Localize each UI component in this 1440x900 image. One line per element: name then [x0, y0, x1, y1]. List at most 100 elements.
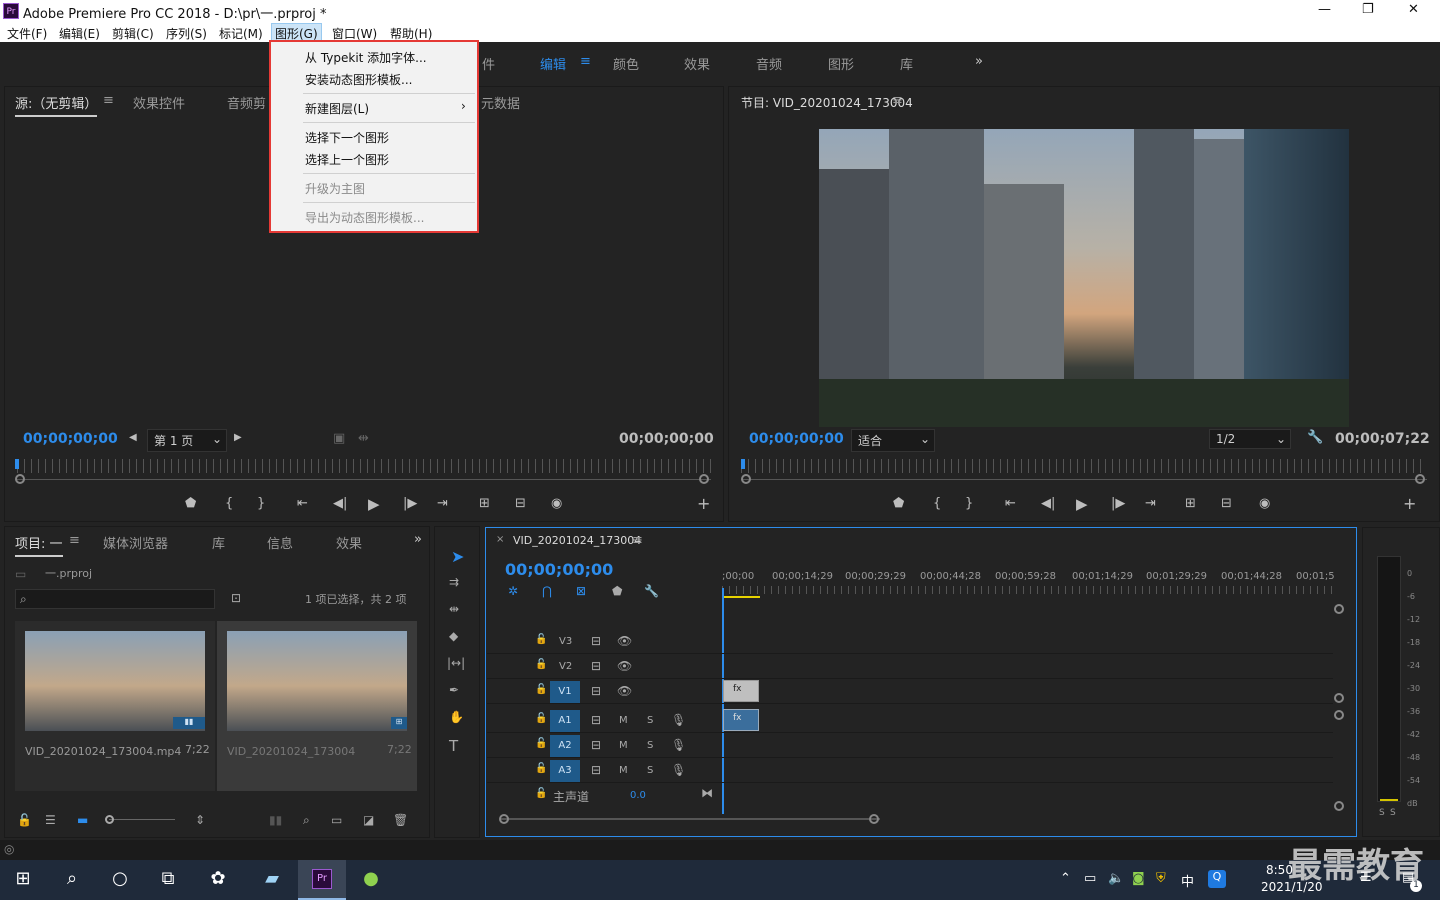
thumbnail-size-slider[interactable] [109, 819, 175, 820]
eye-icon[interactable]: 👁 [617, 684, 632, 698]
sync-lock-icon[interactable]: ⊟ [591, 684, 601, 698]
overwrite-icon[interactable]: ⊟ [515, 496, 526, 511]
app-icon[interactable]: ✿ [203, 868, 233, 889]
snap-icon[interactable]: ⋂ [542, 584, 552, 598]
tab-media-browser[interactable]: 媒体浏览器 [103, 533, 168, 552]
solo-right-button[interactable]: S [1390, 808, 1396, 818]
mark-in-icon[interactable]: { [225, 496, 233, 511]
program-playhead[interactable] [741, 459, 745, 469]
resolution-select[interactable]: 1/2 ⌄ [1209, 429, 1291, 449]
cortana-icon[interactable]: ○ [105, 868, 135, 889]
workspace-tab-edit[interactable]: 编辑 [540, 54, 566, 73]
program-step-forward-icon[interactable]: |▶ [1111, 496, 1125, 511]
source-time-ruler[interactable] [17, 459, 711, 473]
menu-sequence[interactable]: 序列(S) [166, 25, 207, 42]
task-view-icon[interactable]: ⧉ [153, 868, 183, 889]
audio-clip[interactable]: fx [723, 709, 759, 731]
workspace-menu-icon[interactable]: ≡ [580, 54, 591, 69]
source-tab-menu-icon[interactable]: ≡ [103, 93, 114, 108]
notes-tray-icon[interactable]: ☰ [1360, 870, 1372, 885]
eye-icon[interactable]: 👁 [617, 634, 632, 648]
start-icon[interactable]: ⊞ [8, 868, 38, 889]
solo-button[interactable]: S [647, 715, 653, 726]
program-zoom-handle-left[interactable] [741, 474, 751, 484]
source-zoom-handle-right[interactable] [699, 474, 709, 484]
mic-icon[interactable]: 🎙 [671, 763, 686, 777]
sync-lock-icon[interactable]: ⊟ [591, 738, 601, 752]
program-tab-menu-icon[interactable]: ≡ [892, 93, 903, 108]
hand-tool-icon[interactable]: ✋ [449, 710, 464, 724]
new-bin-icon[interactable]: ▭ [331, 813, 342, 827]
project-item-card[interactable]: ▮▮ VID_20201024_173004.mp4 7;22 [15, 621, 215, 791]
program-go-to-out-icon[interactable]: ⇥ [1145, 496, 1156, 511]
sequence-tab[interactable]: VID_20201024_173004 [513, 534, 641, 547]
ripple-edit-tool-icon[interactable]: ⇹ [449, 602, 459, 616]
go-to-out-icon[interactable]: ⇥ [437, 496, 448, 511]
list-view-icon[interactable]: ☰ [45, 813, 56, 827]
workspace-tab-audio[interactable]: 音频 [756, 54, 782, 73]
close-sequence-icon[interactable]: × [496, 534, 504, 545]
timeline-marker-icon[interactable]: ⬟ [612, 584, 622, 598]
lift-icon[interactable]: ⊞ [1185, 496, 1196, 511]
prev-page-icon[interactable]: ◀ [129, 432, 137, 443]
extract-icon[interactable]: ⊟ [1221, 496, 1232, 511]
automate-icon[interactable]: ▮▮ [269, 813, 282, 827]
menu-item-select-next-graphic[interactable]: 选择下一个图形 [305, 129, 389, 146]
audio-scroll-handle-bottom[interactable] [1334, 801, 1344, 811]
tray-chevron-icon[interactable]: ⌃ [1060, 871, 1071, 886]
step-back-icon[interactable]: ◀| [333, 496, 347, 511]
project-item-card-selected[interactable]: ⊞ VID_20201024_173004 7;22 [217, 621, 417, 791]
menu-marker[interactable]: 标记(M) [219, 25, 263, 42]
icon-view-icon[interactable]: ▬ [77, 813, 88, 827]
timeline-zoom-bar[interactable] [500, 818, 880, 820]
mute-button[interactable]: M [619, 765, 628, 776]
sync-lock-icon[interactable]: ⊟ [591, 763, 601, 777]
tab-effects[interactable]: 效果 [336, 533, 362, 552]
new-item-icon[interactable]: ◪ [363, 813, 374, 827]
play-icon[interactable]: ▶ [368, 495, 380, 513]
workspace-tab-libraries[interactable]: 库 [900, 54, 913, 73]
nest-icon[interactable]: ✲ [508, 584, 518, 598]
tab-audio-clip[interactable]: 音频剪 [227, 93, 266, 112]
add-marker-icon[interactable]: ⬟ [185, 496, 196, 511]
program-button-editor-icon[interactable]: + [1403, 494, 1416, 513]
tab-source[interactable]: 源:（无剪辑） [15, 93, 98, 117]
source-zoom-bar[interactable] [17, 479, 711, 480]
clear-icon[interactable]: 🗑 [393, 813, 408, 827]
program-zoom-handle-right[interactable] [1415, 474, 1425, 484]
security-icon[interactable]: ⛨ [1156, 871, 1166, 886]
workspace-tab[interactable]: 件 [482, 54, 495, 73]
menu-item-select-previous-graphic[interactable]: 选择上一个图形 [305, 151, 389, 168]
video-clip[interactable]: fx [723, 680, 759, 702]
lock-track-icon[interactable]: 🔓 [535, 738, 547, 749]
program-step-back-icon[interactable]: ◀| [1041, 496, 1055, 511]
menu-item-new-layer[interactable]: 新建图层(L) [305, 100, 369, 117]
type-tool-icon[interactable]: T [449, 737, 458, 755]
timeline-menu-icon[interactable]: ≡ [632, 533, 643, 548]
program-timecode-current[interactable]: 00;00;00;00 [749, 431, 844, 447]
sync-lock-icon[interactable]: ⊟ [591, 713, 601, 727]
nvidia-icon[interactable]: ◙ [1132, 871, 1145, 886]
lock-track-icon[interactable]: 🔓 [535, 634, 547, 645]
step-forward-icon[interactable]: |▶ [403, 496, 417, 511]
menu-clip[interactable]: 剪辑(C) [112, 25, 154, 42]
go-to-in-icon[interactable]: ⇤ [297, 496, 308, 511]
solo-button[interactable]: S [647, 740, 653, 751]
project-more-icon[interactable]: » [414, 532, 422, 547]
mute-button[interactable]: M [619, 715, 628, 726]
qq-icon[interactable]: Q [1208, 870, 1226, 888]
zoom-select[interactable]: 适合 ⌄ [851, 429, 935, 452]
lock-track-icon[interactable]: 🔓 [535, 684, 547, 695]
menu-item-add-typekit-fonts[interactable]: 从 Typekit 添加字体... [305, 49, 427, 66]
next-page-icon[interactable]: ▶ [234, 432, 242, 443]
solo-left-button[interactable]: S [1379, 808, 1385, 818]
video-scroll-handle-bottom[interactable] [1334, 693, 1344, 703]
tab-effect-controls[interactable]: 效果控件 [133, 93, 185, 112]
workspace-tab-color[interactable]: 颜色 [613, 54, 639, 73]
sort-icon[interactable]: ⇕ [195, 813, 205, 827]
insert-icon[interactable]: ⊞ [479, 496, 490, 511]
timeline-timecode[interactable]: 00;00;00;00 [505, 560, 613, 579]
pen-tool-icon[interactable]: ✒ [449, 683, 459, 697]
program-go-to-in-icon[interactable]: ⇤ [1005, 496, 1016, 511]
lock-track-icon[interactable]: 🔓 [535, 763, 547, 774]
